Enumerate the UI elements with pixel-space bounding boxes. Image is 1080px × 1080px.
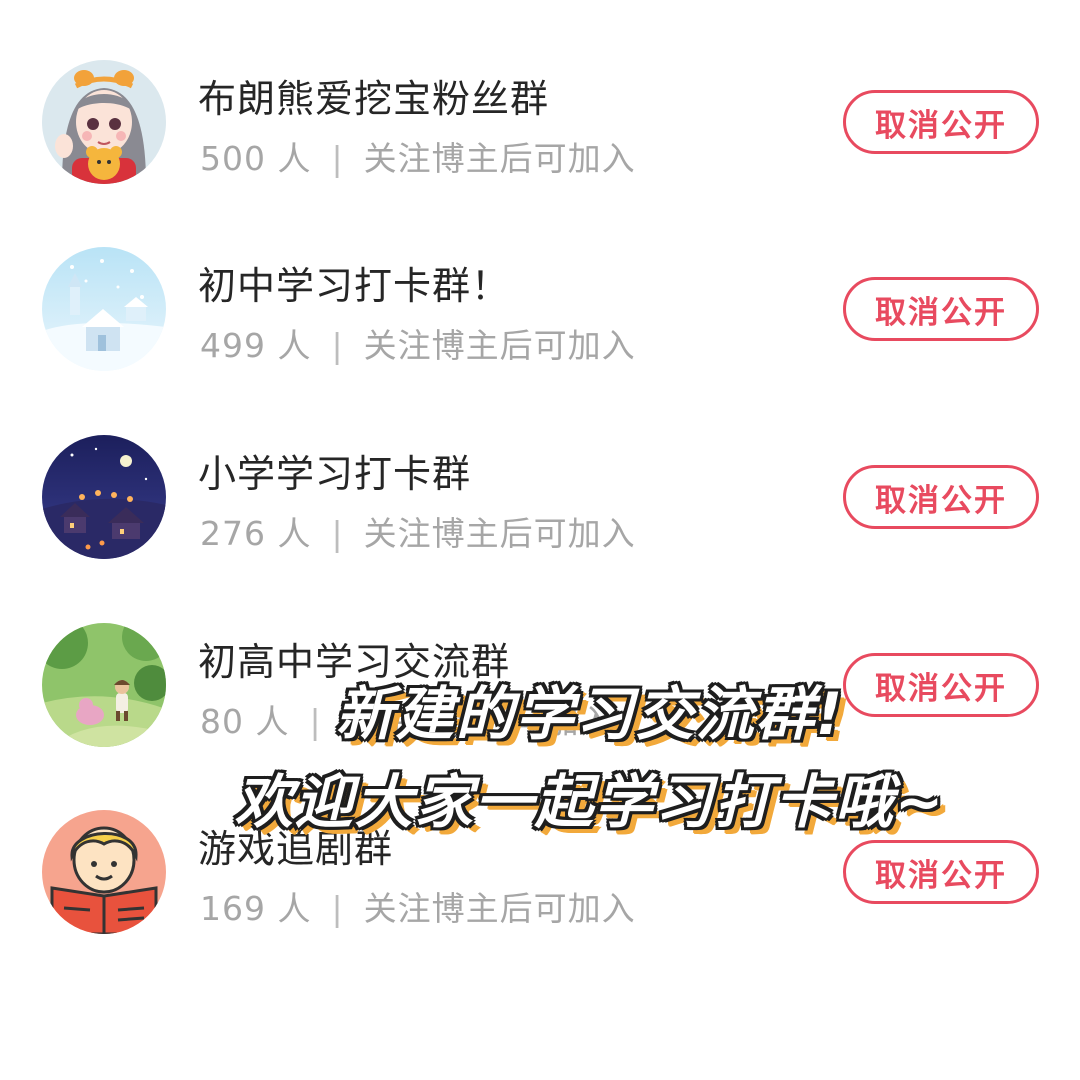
join-rule: 关注博主后可加入 bbox=[341, 702, 614, 741]
member-count: 80 人 bbox=[200, 702, 290, 741]
group-meta: 169 人 | 关注博主后可加入 bbox=[200, 882, 636, 930]
group-meta: 500 人 | 关注博主后可加入 bbox=[200, 132, 636, 180]
meta-separator: | bbox=[309, 702, 322, 741]
join-rule: 关注博主后可加入 bbox=[363, 889, 636, 928]
group-name: 布朗熊爱挖宝粉丝群 bbox=[198, 77, 550, 121]
group-item[interactable]: 布朗熊爱挖宝粉丝群 500 人 | 关注博主后可加入 取消公开 bbox=[0, 60, 1080, 200]
group-item[interactable]: 游戏追剧群 169 人 | 关注博主后可加入 取消公开 bbox=[0, 810, 1080, 950]
night-village-avatar-icon[interactable] bbox=[42, 435, 166, 559]
meta-separator: | bbox=[331, 514, 344, 553]
member-count: 169 人 bbox=[200, 889, 312, 928]
unpublish-button[interactable]: 取消公开 bbox=[843, 840, 1039, 904]
meta-separator: | bbox=[331, 326, 344, 365]
meta-separator: | bbox=[331, 889, 344, 928]
unpublish-button[interactable]: 取消公开 bbox=[843, 90, 1039, 154]
group-name: 小学学习打卡群 bbox=[198, 452, 472, 496]
group-meta: 276 人 | 关注博主后可加入 bbox=[200, 507, 636, 555]
reading-boy-avatar-icon[interactable] bbox=[42, 810, 166, 934]
group-name: 游戏追剧群 bbox=[198, 827, 394, 871]
unpublish-button[interactable]: 取消公开 bbox=[843, 465, 1039, 529]
group-name: 初中学习打卡群！ bbox=[198, 264, 511, 308]
group-name: 初高中学习交流群 bbox=[198, 640, 511, 684]
member-count: 500 人 bbox=[200, 139, 312, 178]
group-item[interactable]: 小学学习打卡群 276 人 | 关注博主后可加入 取消公开 bbox=[0, 435, 1080, 575]
snowy-castle-avatar-icon[interactable] bbox=[42, 247, 166, 371]
meta-separator: | bbox=[331, 139, 344, 178]
member-count: 276 人 bbox=[200, 514, 312, 553]
join-rule: 关注博主后可加入 bbox=[363, 326, 636, 365]
group-meta: 499 人 | 关注博主后可加入 bbox=[200, 319, 636, 367]
girl-with-bear-avatar-icon[interactable] bbox=[42, 60, 166, 184]
join-rule: 关注博主后可加入 bbox=[363, 139, 636, 178]
unpublish-button[interactable]: 取消公开 bbox=[843, 653, 1039, 717]
member-count: 499 人 bbox=[200, 326, 312, 365]
unpublish-button[interactable]: 取消公开 bbox=[843, 277, 1039, 341]
forest-game-avatar-icon[interactable] bbox=[42, 623, 166, 747]
group-meta: 80 人 | 关注博主后可加入 bbox=[200, 695, 614, 743]
group-item[interactable]: 初高中学习交流群 80 人 | 关注博主后可加入 取消公开 bbox=[0, 623, 1080, 763]
group-item[interactable]: 初中学习打卡群！ 499 人 | 关注博主后可加入 取消公开 bbox=[0, 247, 1080, 387]
join-rule: 关注博主后可加入 bbox=[363, 514, 636, 553]
